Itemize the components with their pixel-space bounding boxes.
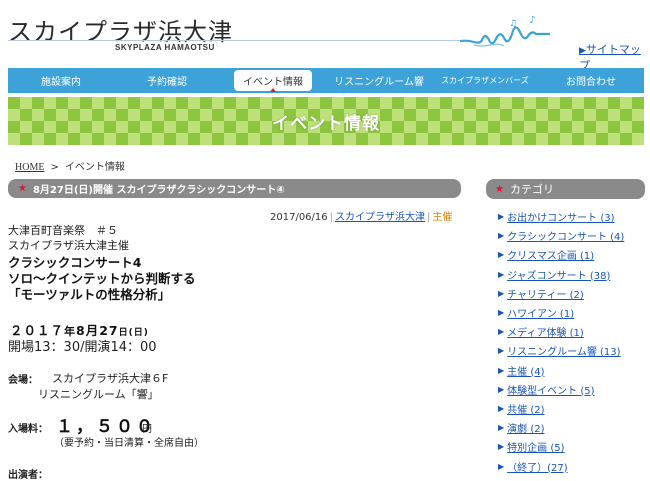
category-header: ★ カテゴリ — [486, 179, 645, 199]
nav-label[interactable]: 施設案内 — [41, 73, 81, 88]
chevron-right-icon: ▶ — [498, 461, 505, 471]
fee-label: 入場料： — [8, 424, 48, 435]
nav-active-pill[interactable]: イベント情報 — [234, 70, 312, 92]
category-link[interactable]: チャリティー (2) — [507, 286, 584, 301]
category-link[interactable]: メディア体験 (1) — [507, 324, 584, 339]
post-date: 2017/06/16 — [270, 212, 328, 223]
category-item[interactable]: ▶ メディア体験 (1) — [498, 322, 648, 341]
post-author-link[interactable]: スカイプラザ浜大津 — [335, 212, 425, 223]
star-icon: ★ — [18, 183, 27, 194]
category-item[interactable]: ▶ （終了）(27) — [498, 456, 648, 475]
nav-label[interactable]: リスニングルーム響 — [334, 73, 424, 88]
category-list: ▶ お出かけコンサート (3) ▶ クラシックコンサート (4) ▶ クリスマス企画 … — [498, 207, 648, 476]
chevron-right-icon: ▶ — [498, 269, 505, 279]
chevron-right-icon: ▶ — [498, 442, 505, 452]
category-item[interactable]: ▶ 特別企画 (5) — [498, 437, 648, 456]
main-nav: 施設案内 予約確認 イベント情報 リスニングルーム響 スカイプラザメンバーズ お… — [8, 68, 644, 93]
nav-item-reservation[interactable]: 予約確認 — [114, 68, 220, 93]
category-item[interactable]: ▶ 主催 (4) — [498, 361, 648, 380]
chevron-right-icon: ▶ — [498, 423, 505, 433]
chevron-right-icon: ▶ — [498, 384, 505, 394]
venue-line-2: リスニングルーム「響」 — [38, 388, 159, 401]
venue-line-1: スカイプラザ浜大津６F — [52, 372, 169, 385]
category-item[interactable]: ▶ クラシックコンサート (4) — [498, 226, 648, 245]
category-link[interactable]: 主催 (4) — [507, 363, 544, 378]
category-item[interactable]: ▶ 体験型イベント (5) — [498, 380, 648, 399]
category-item[interactable]: ▶ 演劇 (2) — [498, 418, 648, 437]
star-icon: ★ — [495, 183, 504, 195]
category-link[interactable]: ハワイアン (1) — [507, 305, 574, 320]
post-title[interactable]: 8月27日(日)開催 スカイプラザクラシックコンサート④ — [33, 181, 285, 196]
chevron-right-icon: ▶ — [579, 46, 586, 56]
category-item[interactable]: ▶ クリスマス企画 (1) — [498, 245, 648, 264]
breadcrumb-separator: > — [50, 162, 59, 173]
category-link[interactable]: お出かけコンサート (3) — [507, 209, 614, 224]
post-title-bar[interactable]: ★ 8月27日(日)開催 スカイプラザクラシックコンサート④ — [8, 179, 461, 198]
category-link[interactable]: 共催 (2) — [507, 401, 544, 416]
music-wave-logo-icon: ♫ ♪ — [460, 15, 550, 47]
event-time: 開場13：30/開演14：00 — [8, 340, 157, 355]
nav-label[interactable]: お問合わせ — [566, 73, 616, 88]
chevron-right-icon: ▶ — [498, 327, 505, 337]
post-line-festival: 大津百町音楽祭 ＃５ — [8, 224, 118, 237]
category-link[interactable]: 特別企画 (5) — [507, 439, 564, 454]
nav-label[interactable]: イベント情報 — [243, 77, 303, 88]
active-indicator-icon — [270, 88, 276, 92]
breadcrumb: HOME > イベント情報 — [15, 158, 125, 173]
performers-label: 出演者： — [8, 470, 48, 481]
nav-label[interactable]: スカイプラザメンバーズ — [441, 75, 529, 86]
page-banner: イベント情報 — [8, 97, 644, 145]
category-item[interactable]: ▶ ジャズコンサート (38) — [498, 265, 648, 284]
nav-label[interactable]: 予約確認 — [147, 73, 187, 88]
nav-item-events[interactable]: イベント情報 — [220, 68, 326, 93]
category-item[interactable]: ▶ お出かけコンサート (3) — [498, 207, 648, 226]
fee-unit: 円 — [142, 424, 152, 435]
page-title: イベント情報 — [272, 113, 380, 134]
category-link[interactable]: クラシックコンサート (4) — [507, 228, 624, 243]
title-underline — [8, 40, 471, 41]
venue-label: 会場： — [8, 375, 38, 386]
category-link[interactable]: リスニングルーム響 (13) — [507, 343, 620, 358]
breadcrumb-home-link[interactable]: HOME — [15, 162, 44, 173]
breadcrumb-current: イベント情報 — [64, 162, 125, 173]
chevron-right-icon: ▶ — [498, 308, 505, 318]
category-link[interactable]: 演劇 (2) — [507, 420, 544, 435]
chevron-right-icon: ▶ — [498, 250, 505, 260]
svg-text:♫: ♫ — [509, 19, 517, 29]
category-link[interactable]: 体験型イベント (5) — [507, 382, 594, 397]
nav-item-contact[interactable]: お問合わせ — [538, 68, 644, 93]
site-title[interactable]: スカイプラザ浜大津 — [8, 12, 233, 47]
post-category-link[interactable]: 主催 — [432, 212, 452, 223]
chevron-right-icon: ▶ — [498, 346, 505, 356]
chevron-right-icon: ▶ — [498, 403, 505, 413]
svg-text:♪: ♪ — [529, 15, 535, 26]
post-line-host: スカイプラザ浜大津主催 — [8, 239, 129, 252]
category-title: カテゴリ — [509, 183, 554, 196]
concert-title-3: 「モーツァルトの性格分析」 — [8, 287, 171, 302]
chevron-right-icon: ▶ — [498, 231, 505, 241]
nav-item-listening-room[interactable]: リスニングルーム響 — [326, 68, 432, 93]
chevron-right-icon: ▶ — [498, 212, 505, 222]
category-item[interactable]: ▶ ハワイアン (1) — [498, 303, 648, 322]
category-link[interactable]: ジャズコンサート (38) — [507, 267, 610, 282]
post-meta: 2017/06/16 | スカイプラザ浜大津 | 主催 — [270, 212, 453, 223]
chevron-right-icon: ▶ — [498, 365, 505, 375]
nav-item-facility[interactable]: 施設案内 — [8, 68, 114, 93]
category-item[interactable]: ▶ 共催 (2) — [498, 399, 648, 418]
fee-note: （要予約・当日清算・全席自由） — [54, 438, 204, 449]
category-link[interactable]: クリスマス企画 (1) — [507, 247, 594, 262]
site-subtitle: SKYPLAZA HAMAOTSU — [115, 43, 215, 52]
nav-item-members[interactable]: スカイプラザメンバーズ — [432, 68, 538, 93]
category-link[interactable]: （終了）(27) — [507, 459, 568, 474]
category-item[interactable]: ▶ リスニングルーム響 (13) — [498, 341, 648, 360]
chevron-right-icon: ▶ — [498, 288, 505, 298]
category-item[interactable]: ▶ チャリティー (2) — [498, 284, 648, 303]
